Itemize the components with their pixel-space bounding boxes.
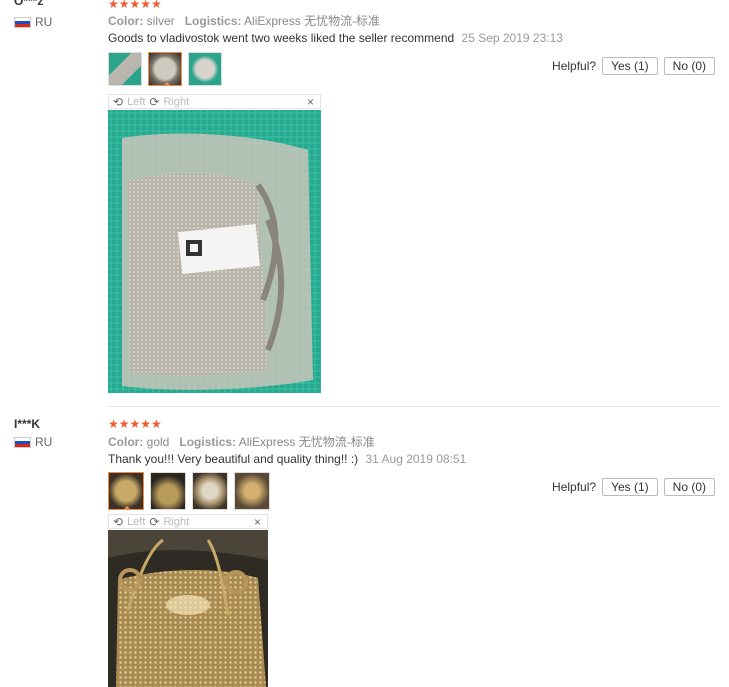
reviewer-name: I***K [14, 417, 41, 431]
russia-flag-icon [14, 16, 31, 28]
photo-thumbnail[interactable] [150, 472, 186, 510]
reviewer-name: O***z [14, 0, 44, 8]
logistics-value: AliExpress 无忧物流-标准 [244, 14, 381, 28]
logistics-label: Logistics: [179, 435, 237, 449]
star-rating: ★★★★★ [108, 417, 162, 431]
rotate-right-icon[interactable]: ⟳ [149, 515, 159, 529]
review-photo-large [108, 110, 321, 393]
photo-thumbnails [108, 52, 222, 86]
helpful-label: Helpful? [552, 480, 597, 494]
star-rating: ★★★★★ [108, 0, 162, 11]
rotate-left-label[interactable]: Left [127, 96, 145, 108]
helpful-no-button[interactable]: No (0) [663, 57, 715, 75]
review-date: 25 Sep 2019 23:13 [461, 31, 563, 45]
logistics-value: AliExpress 无忧物流-标准 [238, 435, 375, 449]
photo-thumbnail[interactable] [188, 52, 222, 86]
order-info: Color: gold Logistics: AliExpress 无忧物流-标… [108, 433, 375, 450]
rotate-left-label[interactable]: Left [127, 516, 145, 528]
feedback-text: Goods to vladivostok went two weeks like… [108, 31, 455, 45]
image-viewer-toolbar: ⟲ Left ⟳ Right × [108, 514, 268, 529]
review-text: Goods to vladivostok went two weeks like… [108, 31, 563, 45]
photo-thumbnails [108, 472, 270, 510]
country-code: RU [35, 435, 53, 449]
review-divider [108, 406, 720, 407]
russia-flag-icon [14, 436, 31, 448]
silver-bag-photo [108, 110, 321, 393]
review-text: Thank you!!! Very beautiful and quality … [108, 452, 466, 466]
reviewer-country: RU [14, 15, 52, 29]
helpful-vote: Helpful? Yes (1) No (0) [552, 57, 715, 75]
photo-thumbnail-selected[interactable] [148, 52, 182, 86]
helpful-vote: Helpful? Yes (1) No (0) [552, 478, 715, 496]
rotate-right-icon[interactable]: ⟳ [149, 95, 159, 109]
color-value: gold [146, 435, 170, 449]
photo-thumbnail[interactable] [108, 52, 142, 86]
reviewer-country: RU [14, 435, 52, 449]
feedback-text: Thank you!!! Very beautiful and quality … [108, 452, 359, 466]
close-viewer-icon[interactable]: × [307, 95, 314, 109]
rotate-left-icon[interactable]: ⟲ [113, 515, 123, 529]
color-value: silver [146, 14, 175, 28]
photo-thumbnail-selected[interactable] [108, 472, 144, 510]
rotate-right-label[interactable]: Right [163, 516, 189, 528]
helpful-yes-button[interactable]: Yes (1) [602, 478, 658, 496]
gold-bag-photo [108, 530, 268, 687]
rotate-left-icon[interactable]: ⟲ [113, 95, 123, 109]
photo-thumbnail[interactable] [234, 472, 270, 510]
color-label: Color: [108, 435, 144, 449]
country-code: RU [35, 15, 53, 29]
close-viewer-icon[interactable]: × [254, 515, 261, 529]
helpful-yes-button[interactable]: Yes (1) [602, 57, 658, 75]
photo-thumbnail[interactable] [192, 472, 228, 510]
color-label: Color: [108, 14, 144, 28]
helpful-no-button[interactable]: No (0) [663, 478, 715, 496]
review-photo-large [108, 530, 268, 687]
order-info: Color: silver Logistics: AliExpress 无忧物流… [108, 12, 380, 29]
rotate-right-label[interactable]: Right [163, 96, 189, 108]
image-viewer-toolbar: ⟲ Left ⟳ Right × [108, 94, 321, 109]
logistics-label: Logistics: [184, 14, 242, 28]
helpful-label: Helpful? [552, 59, 597, 73]
review-date: 31 Aug 2019 08:51 [365, 452, 467, 466]
